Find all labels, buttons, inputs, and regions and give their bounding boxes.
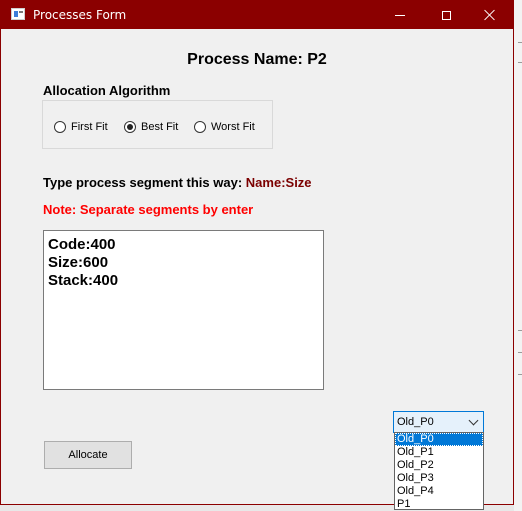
backdrop-line [518, 42, 522, 43]
title-bar[interactable]: Processes Form [1, 1, 513, 29]
segments-textarea[interactable]: Code:400 Size:600 Stack:400 [43, 230, 324, 390]
backdrop-line [518, 62, 522, 63]
window-title: Processes Form [33, 8, 127, 22]
close-button[interactable] [467, 1, 513, 29]
dropdown-option[interactable]: Old_P4 [395, 485, 483, 498]
radio-circle [54, 121, 66, 133]
radio-label: First Fit [71, 121, 108, 133]
minimize-icon [395, 14, 405, 16]
radio-label: Worst Fit [211, 121, 255, 133]
separate-segments-note: Note: Separate segments by enter [43, 202, 254, 217]
maximize-icon [441, 10, 451, 20]
segment-line: Code:400 [48, 236, 116, 253]
allocation-algorithm-label: Allocation Algorithm [43, 83, 171, 98]
instruction-text: Type process segment this way: [43, 175, 246, 190]
segment-line: Stack:400 [48, 272, 119, 289]
backdrop-line [518, 330, 522, 331]
allocate-button[interactable]: Allocate [44, 441, 132, 469]
process-select-combobox[interactable]: Old_P0 [393, 411, 484, 433]
dropdown-option[interactable]: P1 [395, 498, 483, 511]
close-icon [484, 9, 496, 21]
allocation-algorithm-group: First Fit Best Fit Worst Fit [42, 100, 273, 149]
dropdown-option[interactable]: Old_P0 [395, 433, 483, 446]
process-select-dropdown-list: Old_P0 Old_P1 Old_P2 Old_P3 Old_P4 P1 [394, 432, 484, 510]
radio-best-fit[interactable]: Best Fit [124, 121, 178, 133]
app-icon [11, 8, 25, 20]
dropdown-option[interactable]: Old_P2 [395, 459, 483, 472]
backdrop-line [518, 352, 522, 353]
segment-line: Size:600 [48, 254, 109, 271]
chevron-down-icon[interactable] [468, 415, 479, 426]
backdrop-line [518, 374, 522, 375]
radio-label: Best Fit [141, 121, 179, 133]
instruction-format: Name:Size [245, 175, 312, 190]
process-name-title: Process Name: P2 [187, 51, 327, 68]
minimize-button[interactable] [377, 1, 423, 29]
processes-form-window: Processes Form Process Name: P2 Allocati… [0, 0, 514, 510]
combobox-selected-value: Old_P0 [397, 416, 434, 428]
radio-circle [194, 121, 206, 133]
radio-first-fit[interactable]: First Fit [54, 121, 108, 133]
dropdown-option[interactable]: Old_P3 [395, 472, 483, 485]
dropdown-option[interactable]: Old_P1 [395, 446, 483, 459]
radio-worst-fit[interactable]: Worst Fit [194, 121, 255, 133]
desktop-backdrop [514, 0, 522, 511]
maximize-button[interactable] [423, 1, 469, 29]
radio-circle-checked [124, 121, 136, 133]
segment-format-instruction: Type process segment this way: Name:Size [43, 175, 312, 190]
